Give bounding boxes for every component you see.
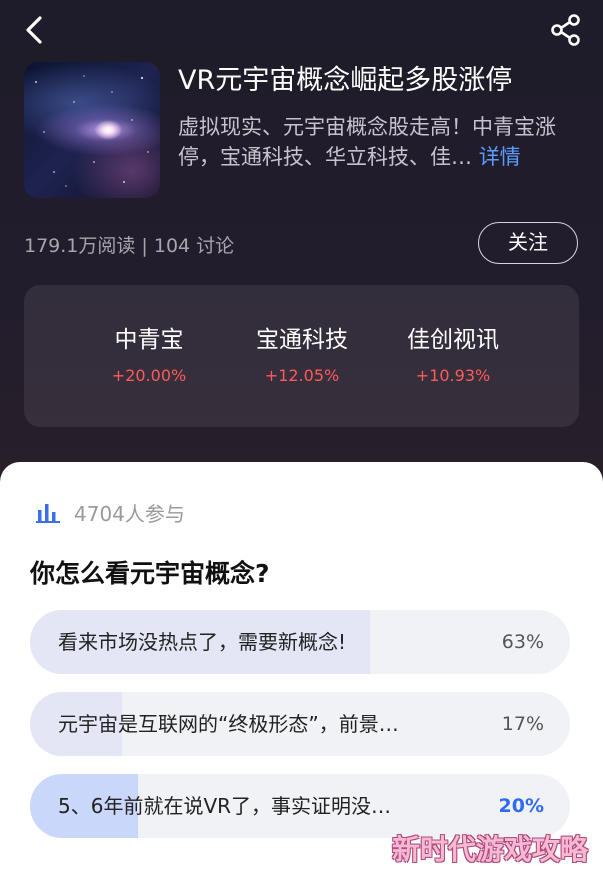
details-link[interactable]: 详情 [479, 145, 521, 169]
follow-button[interactable]: 关注 [478, 222, 578, 264]
poll-sheet: 4704人参与 你怎么看元宇宙概念? 看来市场没热点了，需要新概念! 63% 元… [0, 462, 603, 874]
poll-question: 你怎么看元宇宙概念? [30, 559, 270, 588]
back-button[interactable] [18, 12, 54, 48]
stock-change: +20.00% [111, 366, 187, 385]
stock-change: +12.05% [264, 366, 340, 385]
stock-change: +10.93% [415, 366, 491, 385]
galaxy-image [35, 75, 149, 187]
participants-count: 4704人参与 [74, 502, 185, 526]
stock-item[interactable]: 宝通科技 +12.05% [227, 323, 377, 389]
topic-stats: 179.1万阅读 | 104 讨论 [24, 235, 235, 257]
poll-option-text: 看来市场没热点了，需要新概念! [58, 630, 347, 654]
poll-option-text: 5、6年前就在说VR了，事实证明没… [58, 794, 392, 818]
poll-option[interactable]: 元宇宙是互联网的“终极形态”，前景… 17% [30, 692, 570, 756]
topic-cover-image [24, 62, 160, 198]
stock-item[interactable]: 中青宝 +20.00% [74, 323, 224, 389]
poll-option[interactable]: 看来市场没热点了，需要新概念! 63% [30, 610, 570, 674]
watermark-logo: 新时代游戏攻略 [392, 833, 589, 866]
poll-option-percent: 63% [501, 631, 544, 653]
topic-title: VR元宇宙概念崛起多股涨停 [178, 65, 513, 96]
poll-option[interactable]: 5、6年前就在说VR了，事实证明没… 20% [30, 774, 570, 838]
poll-option-percent: 17% [501, 713, 544, 735]
share-icon [551, 14, 580, 46]
stock-name: 中青宝 [114, 327, 184, 353]
top-bar [0, 0, 603, 60]
related-stocks-panel: 中青宝 +20.00% 宝通科技 +12.05% 佳创视讯 +10.93% [24, 285, 579, 427]
stock-name: 宝通科技 [256, 327, 348, 353]
topic-description: 虚拟现实、元宇宙概念股走高！中青宝涨停，宝通科技、华立科技、佳… 详情 [178, 112, 588, 172]
chevron-left-icon [26, 16, 42, 44]
poll-option-text: 元宇宙是互联网的“终极形态”，前景… [58, 712, 399, 736]
bar-chart-icon [36, 504, 60, 523]
share-button[interactable] [546, 10, 586, 50]
poll-option-percent: 20% [498, 795, 544, 817]
stock-name: 佳创视讯 [407, 327, 499, 353]
stock-item[interactable]: 佳创视讯 +10.93% [378, 323, 528, 389]
